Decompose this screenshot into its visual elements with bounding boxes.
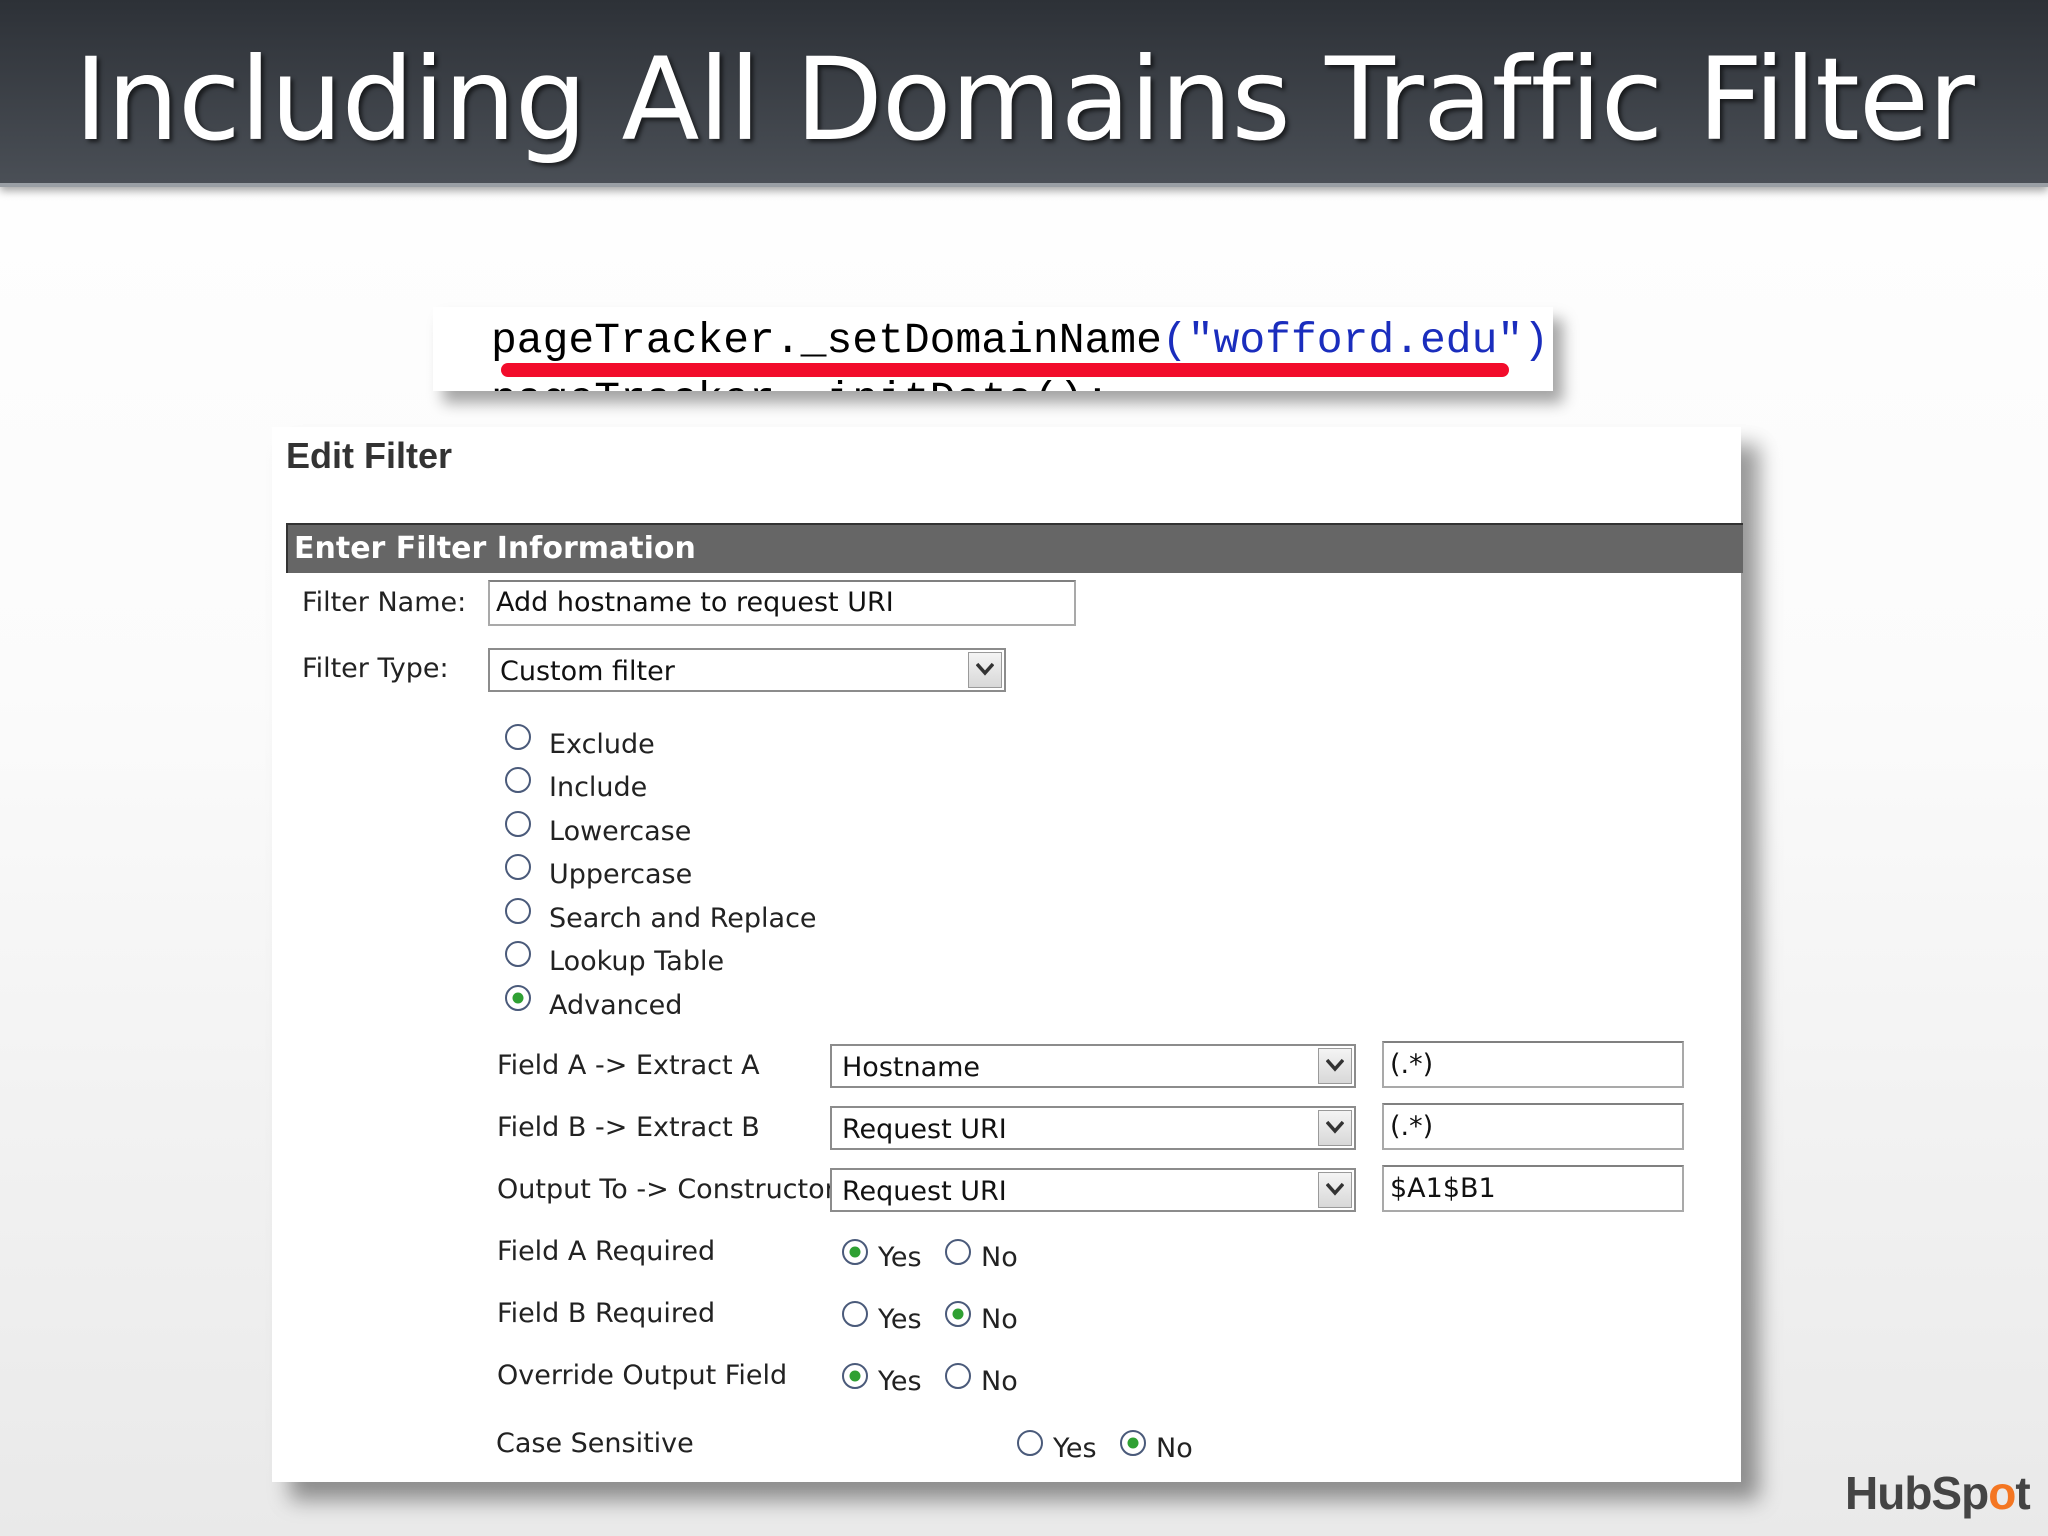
radio-lookup-table[interactable] <box>505 941 531 967</box>
code-close-paren: ) <box>1523 316 1550 365</box>
field-b-required-yes-label: Yes <box>878 1304 922 1335</box>
field-a-required-no-label: No <box>981 1242 1018 1273</box>
section-header: Enter Filter Information <box>286 523 1743 573</box>
field-b-required-no-radio[interactable] <box>945 1301 971 1327</box>
hubspot-logo: HubSpot <box>1845 1466 2031 1520</box>
field-a-value: Hostname <box>842 1052 981 1083</box>
option-lowercase-label: Lowercase <box>549 816 692 847</box>
extract-a-input[interactable]: (.*) <box>1382 1041 1684 1088</box>
field-a-select[interactable]: Hostname <box>830 1044 1356 1088</box>
sprocket-icon: o <box>1988 1467 2016 1519</box>
slide-title: Including All Domains Traffic Filter <box>74 33 1975 166</box>
extract-b-input[interactable]: (.*) <box>1382 1103 1684 1150</box>
field-b-label: Field B -> Extract B <box>497 1112 760 1143</box>
override-output-no-label: No <box>981 1366 1018 1397</box>
constructor-input[interactable]: $A1$B1 <box>1382 1165 1684 1212</box>
field-b-value: Request URI <box>842 1114 1007 1145</box>
chevron-down-icon[interactable] <box>1318 1110 1352 1146</box>
option-search-replace-label: Search and Replace <box>549 903 817 934</box>
logo-text-part1: HubSp <box>1845 1467 1989 1519</box>
field-b-required-label: Field B Required <box>497 1298 716 1329</box>
title-bar: Including All Domains Traffic Filter <box>0 0 2048 187</box>
chevron-down-icon[interactable] <box>1318 1172 1352 1208</box>
case-sensitive-yes-label: Yes <box>1053 1433 1097 1464</box>
case-sensitive-label: Case Sensitive <box>496 1428 694 1459</box>
field-b-required-no-label: No <box>981 1304 1018 1335</box>
code-open-paren: ( <box>1161 316 1188 365</box>
chevron-down-icon[interactable] <box>1318 1048 1352 1084</box>
filter-type-label: Filter Type: <box>302 653 449 684</box>
field-a-required-yes-label: Yes <box>878 1242 922 1273</box>
panel-title: Edit Filter <box>286 435 453 476</box>
field-b-select[interactable]: Request URI <box>830 1106 1356 1150</box>
filter-type-value: Custom filter <box>500 656 675 687</box>
override-output-yes-label: Yes <box>878 1366 922 1397</box>
field-a-required-label: Field A Required <box>497 1236 716 1267</box>
radio-search-replace[interactable] <box>505 898 531 924</box>
radio-lowercase[interactable] <box>505 811 531 837</box>
field-a-required-yes-radio[interactable] <box>842 1239 868 1265</box>
filter-name-input[interactable]: Add hostname to request URI <box>488 580 1076 626</box>
code-method: pageTracker._setDomainName <box>491 316 1162 365</box>
filter-name-label: Filter Name: <box>302 587 467 618</box>
logo-text-part3: t <box>2015 1467 2030 1519</box>
chevron-down-icon[interactable] <box>968 652 1002 688</box>
output-label: Output To -> Constructor <box>497 1174 836 1205</box>
option-include-label: Include <box>549 772 648 803</box>
output-select[interactable]: Request URI <box>830 1168 1356 1212</box>
field-b-required-yes-radio[interactable] <box>842 1301 868 1327</box>
section-header-label: Enter Filter Information <box>294 531 696 566</box>
option-uppercase-label: Uppercase <box>549 859 693 890</box>
case-sensitive-yes-radio[interactable] <box>1017 1430 1043 1456</box>
radio-exclude[interactable] <box>505 724 531 750</box>
field-a-required-no-radio[interactable] <box>945 1239 971 1265</box>
override-output-yes-radio[interactable] <box>842 1363 868 1389</box>
code-semicolon: ; <box>1549 316 1553 365</box>
code-line-set-domain: pageTracker._setDomainName("wofford.edu"… <box>491 311 1553 371</box>
radio-uppercase[interactable] <box>505 854 531 880</box>
code-snippet: pageTracker._setDomainName("wofford.edu"… <box>433 307 1553 391</box>
radio-include[interactable] <box>505 767 531 793</box>
radio-advanced[interactable] <box>505 985 531 1011</box>
case-sensitive-no-radio[interactable] <box>1120 1430 1146 1456</box>
output-value: Request URI <box>842 1176 1007 1207</box>
option-exclude-label: Exclude <box>549 729 655 760</box>
override-output-label: Override Output Field <box>497 1360 788 1391</box>
code-domain-string: "wofford.edu" <box>1187 316 1524 365</box>
code-line-init-data: pageTracker._initData(); <box>491 370 1110 391</box>
option-lookup-table-label: Lookup Table <box>549 946 725 977</box>
field-a-label: Field A -> Extract A <box>497 1050 760 1081</box>
edit-filter-panel: Edit Filter Enter Filter Information Fil… <box>272 427 1743 1482</box>
option-advanced-label: Advanced <box>549 990 683 1021</box>
override-output-no-radio[interactable] <box>945 1363 971 1389</box>
filter-type-select[interactable]: Custom filter <box>488 648 1006 692</box>
case-sensitive-no-label: No <box>1156 1433 1193 1464</box>
